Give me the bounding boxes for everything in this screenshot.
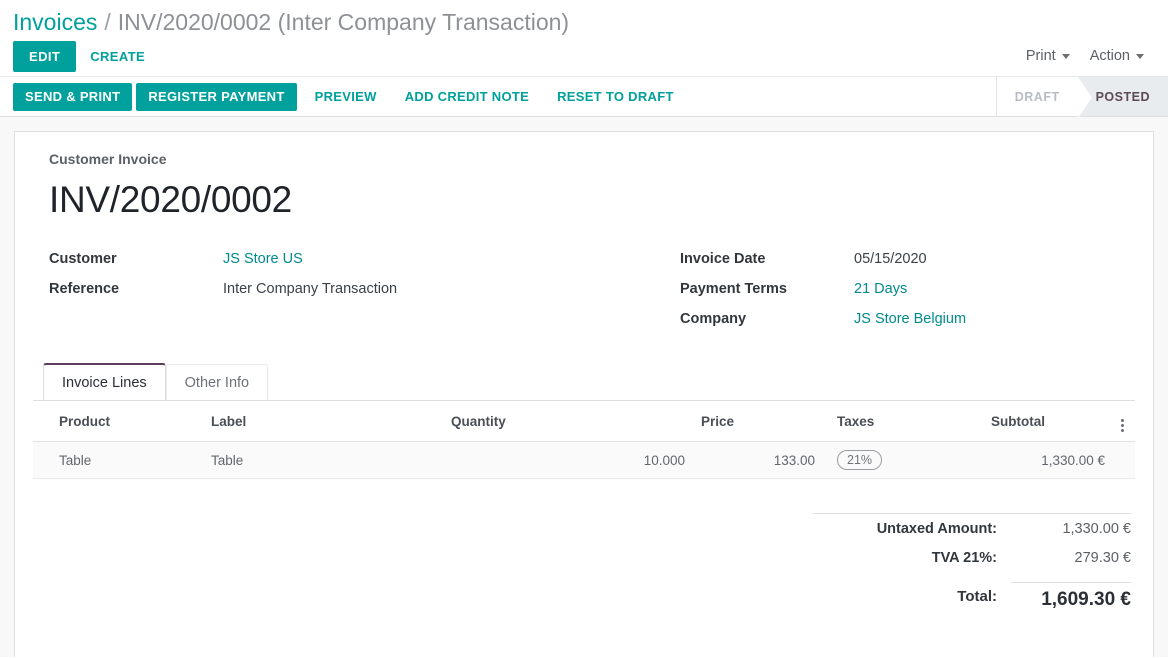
- cell-product: Table: [33, 442, 203, 479]
- table-row[interactable]: Table Table 10.000 133.00 21% 1,330.00 €: [33, 442, 1135, 479]
- action-label: Action: [1090, 48, 1130, 64]
- sheet-background: Customer Invoice INV/2020/0002 Customer …: [0, 117, 1168, 657]
- edit-button[interactable]: EDIT: [13, 41, 76, 72]
- field-value-payment-terms[interactable]: 21 Days: [854, 281, 907, 297]
- control-panel-top: EDIT CREATE Print Action: [0, 36, 1168, 76]
- status-stage-draft[interactable]: DRAFT: [997, 77, 1078, 116]
- notebook: Invoice Lines Other Info Product Label Q…: [33, 363, 1135, 611]
- field-row-customer: Customer JS Store US: [33, 251, 584, 281]
- column-header-taxes[interactable]: Taxes: [823, 401, 983, 442]
- cell-label: Table: [203, 442, 443, 479]
- notebook-tabs: Invoice Lines Other Info: [33, 363, 1135, 400]
- field-value-reference: Inter Company Transaction: [223, 281, 397, 297]
- totals-value-tax: 279.30 €: [1011, 550, 1131, 566]
- cell-subtotal: 1,330.00 €: [983, 442, 1113, 479]
- chevron-down-icon: [1136, 54, 1144, 59]
- invoice-sheet: Customer Invoice INV/2020/0002 Customer …: [14, 131, 1154, 657]
- field-groups: Customer JS Store US Reference Inter Com…: [33, 251, 1135, 341]
- totals-value-untaxed: 1,330.00 €: [1011, 521, 1131, 537]
- field-value-customer[interactable]: JS Store US: [223, 251, 303, 267]
- vertical-dots-icon: [1121, 419, 1124, 432]
- status-draft-label: DRAFT: [1015, 90, 1060, 104]
- field-value-company[interactable]: JS Store Belgium: [854, 311, 966, 327]
- status-posted-label: POSTED: [1096, 90, 1150, 104]
- invoice-form-view: Invoices / INV/2020/0002 (Inter Company …: [0, 0, 1168, 658]
- cell-price: 133.00: [693, 442, 823, 479]
- status-pipeline: DRAFT POSTED: [996, 77, 1168, 116]
- totals-row-tax: TVA 21%: 279.30 €: [813, 543, 1131, 573]
- totals-label-untaxed: Untaxed Amount:: [877, 521, 1011, 537]
- statusbar-spacer: [688, 77, 996, 116]
- column-header-label[interactable]: Label: [203, 401, 443, 442]
- column-header-product[interactable]: Product: [33, 401, 203, 442]
- field-row-company: Company JS Store Belgium: [664, 311, 1135, 341]
- tax-badge[interactable]: 21%: [837, 450, 882, 470]
- print-dropdown[interactable]: Print: [1016, 42, 1080, 70]
- field-group-right: Invoice Date 05/15/2020 Payment Terms 21…: [584, 251, 1135, 341]
- chevron-down-icon: [1062, 54, 1070, 59]
- reset-to-draft-button[interactable]: RESET TO DRAFT: [543, 83, 688, 111]
- totals-section: Untaxed Amount: 1,330.00 € TVA 21%: 279.…: [33, 513, 1135, 611]
- totals-row-total: Total: 1,609.30 €: [813, 581, 1131, 611]
- print-label: Print: [1026, 48, 1056, 64]
- totals-value-total: 1,609.30 €: [1011, 582, 1131, 611]
- status-chevron-icon: [1078, 77, 1092, 116]
- create-button[interactable]: CREATE: [76, 41, 159, 72]
- page-title: INV/2020/0002: [49, 179, 1135, 221]
- totals-row-untaxed: Untaxed Amount: 1,330.00 €: [813, 513, 1131, 543]
- invoice-lines-body: Table Table 10.000 133.00 21% 1,330.00 €: [33, 442, 1135, 479]
- tab-invoice-lines[interactable]: Invoice Lines: [43, 363, 166, 400]
- table-header-row: Product Label Quantity Price Taxes Subto…: [33, 401, 1135, 442]
- breadcrumb-current: INV/2020/0002 (Inter Company Transaction…: [118, 9, 569, 35]
- send-and-print-button[interactable]: SEND & PRINT: [13, 83, 132, 111]
- column-header-quantity[interactable]: Quantity: [443, 401, 693, 442]
- field-row-payment-terms: Payment Terms 21 Days: [664, 281, 1135, 311]
- field-label-customer: Customer: [33, 251, 223, 267]
- cell-taxes: 21%: [823, 442, 983, 479]
- cell-quantity: 10.000: [443, 442, 693, 479]
- register-payment-button[interactable]: REGISTER PAYMENT: [136, 83, 296, 111]
- breadcrumb: Invoices / INV/2020/0002 (Inter Company …: [0, 0, 1168, 36]
- field-row-invoice-date: Invoice Date 05/15/2020: [664, 251, 1135, 281]
- field-label-company: Company: [664, 311, 854, 327]
- invoice-lines-head: Product Label Quantity Price Taxes Subto…: [33, 401, 1135, 442]
- breadcrumb-separator: /: [104, 9, 110, 35]
- totals-label-tax: TVA 21%:: [932, 550, 1011, 566]
- totals-block: Untaxed Amount: 1,330.00 € TVA 21%: 279.…: [813, 513, 1131, 611]
- tab-other-info[interactable]: Other Info: [166, 364, 268, 400]
- column-header-price[interactable]: Price: [693, 401, 823, 442]
- form-subtitle: Customer Invoice: [49, 151, 1135, 167]
- field-value-invoice-date: 05/15/2020: [854, 251, 927, 267]
- breadcrumb-root-link[interactable]: Invoices: [13, 9, 97, 35]
- optional-columns-toggle[interactable]: [1113, 401, 1135, 442]
- field-row-reference: Reference Inter Company Transaction: [33, 281, 584, 311]
- field-label-reference: Reference: [33, 281, 223, 297]
- field-group-left: Customer JS Store US Reference Inter Com…: [33, 251, 584, 341]
- invoice-lines-table: Product Label Quantity Price Taxes Subto…: [33, 400, 1135, 479]
- field-label-payment-terms: Payment Terms: [664, 281, 854, 297]
- statusbar-action-buttons: SEND & PRINT REGISTER PAYMENT PREVIEW AD…: [13, 77, 688, 116]
- column-header-subtotal[interactable]: Subtotal: [983, 401, 1113, 442]
- cell-optional: [1113, 442, 1135, 479]
- preview-button[interactable]: PREVIEW: [301, 83, 391, 111]
- totals-label-total: Total:: [957, 588, 1011, 605]
- add-credit-note-button[interactable]: ADD CREDIT NOTE: [391, 83, 543, 111]
- statusbar-row: SEND & PRINT REGISTER PAYMENT PREVIEW AD…: [0, 76, 1168, 117]
- action-dropdown[interactable]: Action: [1080, 42, 1154, 70]
- field-label-invoice-date: Invoice Date: [664, 251, 854, 267]
